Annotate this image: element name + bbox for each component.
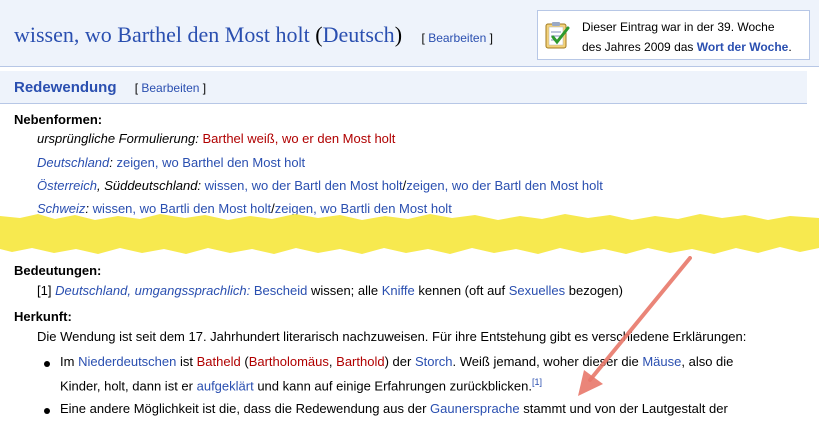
etymology-link[interactable]: Gaunersprache <box>430 401 520 416</box>
meaning-text: bezogen) <box>568 283 623 298</box>
meaning-label-link[interactable]: Deutschland, umgangssprachlich: <box>55 283 250 298</box>
meaning-number: [1] <box>37 283 52 298</box>
etymology-link[interactable]: Barthold <box>336 354 384 369</box>
title-paren-open: ( <box>315 22 323 47</box>
bedeutungen-heading: Bedeutungen: <box>14 263 102 278</box>
edit-bracket-close: ] <box>489 31 493 45</box>
meaning-link[interactable]: Bescheid <box>254 283 307 298</box>
meaning-link[interactable]: Sexuelles <box>509 283 565 298</box>
bullet-icon <box>44 408 50 414</box>
wotw-line1: Dieser Eintrag war in der 39. Woche <box>582 20 775 34</box>
nebenformen-heading: Nebenformen: <box>14 112 103 127</box>
meaning-text: wissen; alle <box>310 283 379 298</box>
language-link[interactable]: Deutsch <box>323 22 395 47</box>
text: Eine andere Möglichkeit ist die, dass di… <box>60 401 427 416</box>
herkunft-intro: Die Wendung ist seit dem 17. Jahrhundert… <box>37 329 747 344</box>
section-header: Redewendung [ Bearbeiten ] <box>0 71 807 104</box>
etymology-link[interactable]: Mäuse <box>642 354 681 369</box>
nebenform-label: ursprüngliche Formulierung: <box>37 131 199 146</box>
etymology-link[interactable]: aufgeklärt <box>197 378 254 393</box>
region-link[interactable]: Österreich <box>37 178 97 193</box>
word-of-week-box: Dieser Eintrag war in der 39. Woche des … <box>537 10 810 60</box>
page-header: wissen, wo Barthel den Most holt (Deutsc… <box>0 0 819 67</box>
section-edit-open: [ <box>134 81 139 95</box>
title-edit: [ Bearbeiten ] <box>422 31 493 45</box>
edit-bracket-open: [ <box>421 31 425 45</box>
text: , <box>328 354 333 369</box>
reference-link[interactable]: [1] <box>532 377 542 387</box>
region-colon: : <box>109 155 113 170</box>
section-title: Redewendung [ Bearbeiten ] <box>14 79 206 96</box>
nebenform-row-1: ursprüngliche Formulierung: Barthel weiß… <box>37 131 395 146</box>
text: stammt und von der Lautgestalt der <box>523 401 728 416</box>
text: ) der <box>384 354 412 369</box>
section-edit-link[interactable]: Bearbeiten <box>141 81 199 95</box>
text: Im <box>60 354 75 369</box>
meaning-link[interactable]: Kniffe <box>382 283 415 298</box>
herkunft-bullet-1-line2: Kinder, holt, dann ist er aufgeklärt und… <box>60 377 542 393</box>
wotw-period: . <box>788 40 792 54</box>
nebenform-row-3: Österreich, Süddeutschland: wissen, wo d… <box>37 178 603 193</box>
text: , also die <box>681 354 734 369</box>
bullet-icon <box>44 361 50 367</box>
wotw-line2: des Jahres 2009 das Wort der Woche. <box>582 37 792 57</box>
etymology-link[interactable]: Bartholomäus <box>249 354 329 369</box>
checklist-icon <box>545 22 570 49</box>
section-title-text: Redewendung <box>14 79 117 96</box>
herkunft-heading: Herkunft: <box>14 309 72 324</box>
text: ist <box>180 354 193 369</box>
text: und kann auf einige Erfahrungen zurückbl… <box>257 378 532 394</box>
etymology-link[interactable]: Storch <box>415 354 453 369</box>
bedeutung-1: [1] Deutschland, umgangssprachlich: Besc… <box>37 283 623 298</box>
word-of-week-link[interactable]: Wort der Woche <box>697 40 789 54</box>
title-paren-close: ) <box>394 22 403 47</box>
etymology-link[interactable]: Batheld <box>197 354 241 369</box>
torn-paper-divider <box>0 214 819 254</box>
etymology-link[interactable]: Niederdeutschen <box>78 354 176 369</box>
nebenform-link[interactable]: zeigen, wo Barthel den Most holt <box>117 155 306 170</box>
nebenform-link[interactable]: wissen, wo der Bartl den Most holt <box>205 178 403 193</box>
edit-link[interactable]: Bearbeiten <box>428 31 486 45</box>
meaning-text: kennen (oft auf <box>418 283 506 298</box>
section-edit-close: ] <box>202 81 207 95</box>
region-link[interactable]: Deutschland <box>37 155 109 170</box>
text: Kinder, holt, dann ist er <box>60 378 193 394</box>
section-edit: [ Bearbeiten ] <box>135 81 206 95</box>
region-extra: , Süddeutschland: <box>96 178 202 193</box>
herkunft-bullet-2: Eine andere Möglichkeit ist die, dass di… <box>60 401 728 416</box>
title-phrase: wissen, wo Barthel den Most holt <box>14 22 310 47</box>
nebenform-link[interactable]: zeigen, wo der Bartl den Most holt <box>406 178 603 193</box>
wotw-line2-prefix: des Jahres 2009 das <box>582 40 694 54</box>
nebenform-link[interactable]: Barthel weiß, wo er den Most holt <box>202 131 395 146</box>
text: . Weiß jemand, woher dieser die <box>452 354 639 369</box>
page-title: wissen, wo Barthel den Most holt (Deutsc… <box>14 22 493 48</box>
nebenform-row-2: Deutschland: zeigen, wo Barthel den Most… <box>37 155 305 170</box>
herkunft-bullet-1-line1: Im Niederdeutschen ist Batheld (Bartholo… <box>60 354 733 369</box>
word-of-week-text: Dieser Eintrag war in der 39. Woche des … <box>582 17 792 57</box>
